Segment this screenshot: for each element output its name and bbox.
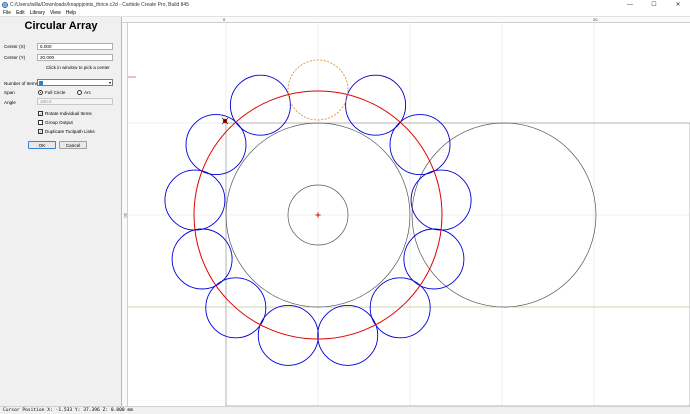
design-canvas-area[interactable]: 0 20 20	[122, 17, 690, 406]
angle-label: Angle	[4, 100, 16, 105]
ok-button[interactable]: OK	[28, 141, 56, 149]
span-arc-radio[interactable]	[77, 90, 82, 95]
group-label: Group Output	[45, 120, 73, 125]
drawing-canvas[interactable]	[128, 23, 690, 406]
minimize-button[interactable]: —	[618, 0, 642, 9]
menu-bar: File Edit Library View Help	[0, 9, 690, 17]
chevron-down-icon: ▾	[108, 80, 111, 85]
cursor-position: Cursor Position X: -1.533 Y: 37.396 Z: 0…	[3, 408, 133, 413]
rotate-label: Rotate Individual Items	[45, 111, 92, 116]
menu-library[interactable]: Library	[30, 10, 45, 16]
menu-help[interactable]: Help	[66, 10, 76, 16]
angle-field: 180.0	[37, 98, 113, 105]
group-checkbox[interactable]	[38, 120, 43, 125]
window-title: C:/Users/willa/Downloads/knappjoints_thr…	[10, 1, 189, 8]
app-icon	[2, 1, 8, 8]
span-label: Span	[4, 90, 15, 95]
number-items-label: Number of Items	[4, 81, 38, 86]
ruler-tick-20: 20	[593, 17, 598, 22]
cursor-icon	[221, 117, 229, 125]
panel-title: Circular Array	[24, 20, 98, 32]
center-y-field[interactable]: 20.000	[37, 54, 113, 61]
stock-boundary	[128, 76, 690, 308]
status-bar: Cursor Position X: -1.533 Y: 37.396 Z: 0…	[0, 406, 690, 414]
ruler-tick-0: 0	[223, 17, 226, 22]
close-button[interactable]: ✕	[666, 0, 690, 9]
duplicate-checkbox[interactable]: ✓	[38, 129, 43, 134]
span-full-label: Full Circle	[45, 90, 66, 95]
number-items-value	[39, 81, 43, 85]
rotate-checkbox[interactable]: ✓	[38, 111, 43, 116]
material-outline	[225, 122, 690, 406]
span-full-radio[interactable]	[38, 90, 43, 95]
circular-array-panel: Circular Array Center (X) 5.000 Center (…	[0, 17, 122, 406]
menu-edit[interactable]: Edit	[16, 10, 25, 16]
cancel-button[interactable]: Cancel	[59, 141, 87, 149]
center-x-label: Center (X)	[4, 44, 26, 49]
span-arc-label: Arc	[84, 90, 91, 95]
title-bar: C:/Users/willa/Downloads/knappjoints_thr…	[0, 0, 690, 9]
center-x-field[interactable]: 5.000	[37, 43, 113, 50]
menu-file[interactable]: File	[3, 10, 11, 16]
duplicate-label: Duplicate Toolpath Links	[45, 129, 95, 134]
maximize-button[interactable]: ☐	[642, 0, 666, 9]
pick-center-hint: Click in window to pick a center	[46, 65, 110, 70]
center-marker	[315, 212, 321, 218]
menu-view[interactable]: View	[50, 10, 61, 16]
center-y-label: Center (Y)	[4, 55, 26, 60]
number-items-combo[interactable]: ▾	[37, 79, 113, 86]
grid	[128, 23, 690, 406]
